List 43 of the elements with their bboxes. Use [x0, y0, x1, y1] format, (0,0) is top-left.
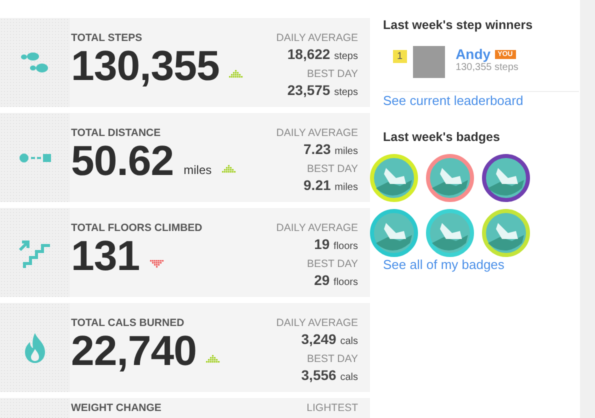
- daily-average-label: DAILY AVERAGE: [276, 222, 358, 235]
- daily-average-value: 7.23 miles: [304, 140, 358, 159]
- best-day-value: 29 floors: [314, 271, 358, 290]
- stat-label: TOTAL FLOORS CLIMBED: [71, 222, 204, 234]
- badge-icon: [482, 209, 530, 257]
- daily-average-value: 18,622 steps: [287, 45, 358, 64]
- user-name-link[interactable]: Andy: [456, 46, 491, 62]
- section-heading: Last week's step winners: [383, 18, 534, 32]
- stairs-icon: [19, 238, 51, 268]
- best-day-value: 9.21 miles: [304, 176, 358, 195]
- stat-label: TOTAL STEPS: [71, 32, 144, 44]
- stat-label: TOTAL CALS BURNED: [71, 317, 186, 329]
- leaderboard-link[interactable]: See current leaderboard: [383, 93, 579, 108]
- best-day-label: BEST DAY: [307, 258, 358, 271]
- best-day-value: 3,556 cals: [301, 366, 358, 385]
- step-count: 130,355 steps: [456, 62, 518, 73]
- daily-average-label: LIGHTEST: [306, 402, 358, 415]
- best-day-label: BEST DAY: [307, 163, 358, 176]
- stat-label: WEIGHT CHANGE: [71, 402, 162, 414]
- stat-value: 22,740: [71, 329, 196, 373]
- daily-average-value: 3,249 cals: [301, 330, 358, 349]
- stat-value: 131: [71, 234, 140, 278]
- stat-value: 130,355: [71, 44, 220, 88]
- stat-unit: miles: [184, 163, 212, 177]
- daily-average-label: DAILY AVERAGE: [276, 317, 358, 330]
- distance-icon: [19, 152, 51, 162]
- all-badges-link[interactable]: See all of my badges: [383, 257, 579, 272]
- daily-average-value: 19 floors: [314, 235, 358, 254]
- section-heading: Last week's badges: [383, 130, 501, 144]
- footprints-icon: [20, 52, 50, 74]
- daily-average-label: DAILY AVERAGE: [276, 127, 358, 140]
- rank-badge: 1: [393, 50, 407, 63]
- stat-value: 50.62: [71, 139, 174, 183]
- flame-icon: [23, 332, 47, 362]
- best-day-label: BEST DAY: [307, 353, 358, 366]
- badge-icon: [426, 154, 474, 202]
- badge-icon: [482, 154, 530, 202]
- stat-label: TOTAL DISTANCE: [71, 127, 162, 139]
- badge-icon: [426, 209, 474, 257]
- best-day-label: BEST DAY: [307, 68, 358, 81]
- daily-average-label: DAILY AVERAGE: [276, 32, 358, 45]
- best-day-value: 23,575 steps: [287, 81, 358, 100]
- avatar-placeholder: [412, 46, 445, 78]
